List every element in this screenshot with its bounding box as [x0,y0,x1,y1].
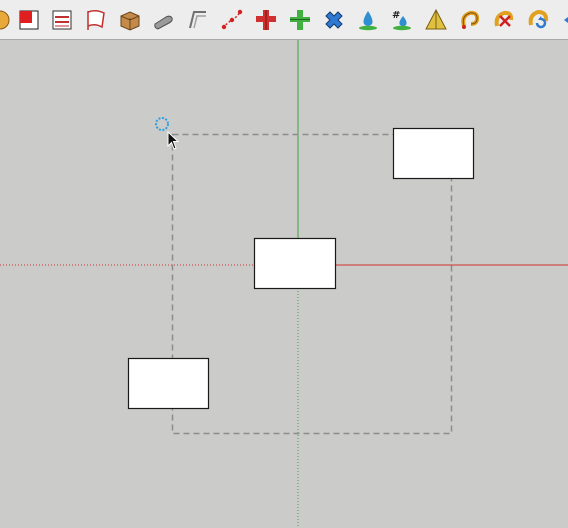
pipe-icon[interactable] [150,6,178,34]
3d-viewport[interactable] [0,40,568,528]
curve-points-icon[interactable] [218,6,246,34]
pyramid-icon[interactable] [422,6,450,34]
rectangle-center[interactable] [253,237,337,290]
offset-path-icon[interactable] [184,6,212,34]
scene-canvas [0,40,568,528]
hash-drop-icon[interactable]: # [388,6,416,34]
toolbar: # [0,0,568,40]
rectangle-bottom-left[interactable] [127,357,210,410]
svg-text:#: # [392,10,400,21]
orbit-icon[interactable] [0,6,14,34]
paint-bucket-icon[interactable] [15,6,43,34]
cursor-inference-ring [155,117,169,131]
rail-join-red-icon[interactable] [252,6,280,34]
rectangle-top-right[interactable] [392,127,475,180]
cross-blue-icon[interactable] [320,6,348,34]
box-icon[interactable] [116,6,144,34]
flag-icon[interactable] [82,6,110,34]
arc-cross-icon[interactable] [490,6,518,34]
rail-join-green-icon[interactable] [286,6,314,34]
arrow-left-icon[interactable] [558,6,568,34]
arc-refresh-icon[interactable] [524,6,552,34]
mouse-cursor-icon [167,130,181,151]
drop-icon[interactable] [354,6,382,34]
section-plane-icon[interactable] [48,6,76,34]
arc-arrow-icon[interactable] [456,6,484,34]
